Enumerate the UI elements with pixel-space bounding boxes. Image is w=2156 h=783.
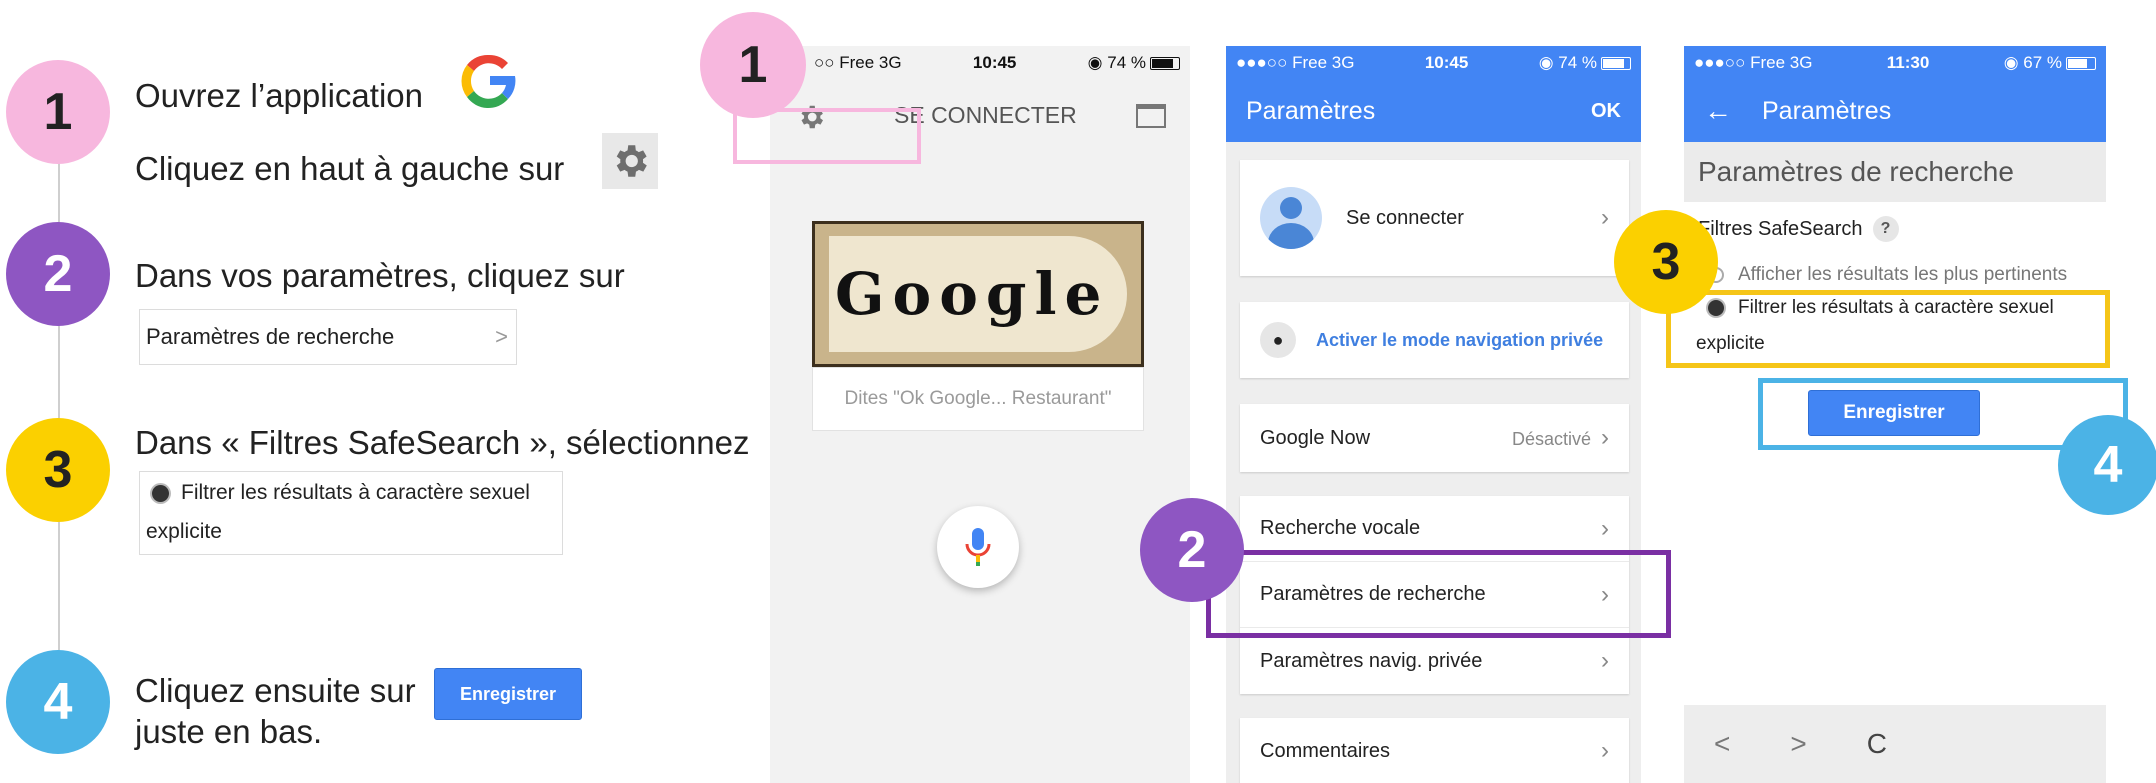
battery-icon bbox=[2066, 57, 2096, 71]
voice-search-label: Recherche vocale bbox=[1260, 517, 1421, 539]
battery-icon bbox=[1149, 57, 1180, 71]
safesearch-label: Filtres SafeSearch bbox=[1698, 217, 1863, 240]
page-title: Paramètres bbox=[1762, 96, 1892, 125]
clock: 10:45 bbox=[972, 53, 1017, 72]
battery-status: ◉ 74 % bbox=[1539, 53, 1631, 73]
sign-in-link[interactable]: SE CONNECTER bbox=[894, 102, 1077, 129]
reload-icon[interactable]: C bbox=[1867, 728, 1887, 760]
app-bar: ← Paramètres bbox=[1684, 80, 2106, 142]
carrier-label: ●●●○○ Free 3G bbox=[1694, 53, 1813, 72]
google-now-value: Désactivé bbox=[1511, 429, 1591, 449]
tabs-icon[interactable] bbox=[1136, 104, 1166, 128]
search-box[interactable]: Dites "Ok Google... Restaurant" bbox=[812, 367, 1144, 431]
help-icon[interactable]: ? bbox=[1872, 216, 1899, 242]
step-1-circle: 1 bbox=[6, 60, 110, 164]
google-now-label: Google Now bbox=[1260, 426, 1371, 449]
google-doodle[interactable]: Gooɡle bbox=[812, 221, 1144, 367]
callout-3-circle: 3 bbox=[1614, 210, 1718, 314]
step-2-text: Dans vos paramètres, cliquez sur bbox=[135, 257, 625, 294]
back-arrow-icon[interactable]: ← bbox=[1704, 95, 1732, 127]
search-settings-example-label: Paramètres de recherche bbox=[146, 324, 395, 349]
chevron-right-icon: › bbox=[1601, 204, 1609, 231]
phone-screen-2: ●●●○○ Free 3G 10:45 ◉ 74 % Paramètres OK… bbox=[1226, 46, 1641, 783]
callout-2-circle: 2 bbox=[1140, 498, 1244, 602]
battery-status: ◉ 67 % bbox=[2004, 53, 2096, 73]
voice-search-button[interactable] bbox=[937, 506, 1019, 588]
avatar bbox=[1260, 187, 1322, 249]
chevron-right-icon: › bbox=[1601, 647, 1609, 674]
section-title: Paramètres de recherche bbox=[1684, 142, 2106, 202]
gear-icon bbox=[602, 133, 658, 189]
carrier-label: ●●●○○ Free 3G bbox=[1236, 53, 1355, 72]
private-mode-card[interactable]: ● Activer le mode navigation privée bbox=[1240, 302, 1629, 378]
clock: 11:30 bbox=[1886, 53, 1930, 72]
nav-forward-icon[interactable]: > bbox=[1790, 728, 1806, 760]
carrier-label: ○○ Free 3G bbox=[814, 53, 902, 72]
explicit-filter-example-card: Filtrer les résultats à caractère sexuel… bbox=[139, 471, 563, 555]
microphone-icon bbox=[965, 528, 991, 566]
incognito-icon: ● bbox=[1260, 322, 1296, 358]
enregistrer-example-button: Enregistrer bbox=[434, 668, 582, 720]
page-title: Paramètres bbox=[1246, 96, 1376, 125]
clock: 10:45 bbox=[1424, 53, 1469, 72]
battery-icon bbox=[1601, 57, 1631, 71]
comments-label: Commentaires bbox=[1260, 739, 1391, 762]
step-4-text: Cliquez ensuite sur bbox=[135, 672, 416, 709]
radio-selected-icon bbox=[152, 484, 169, 502]
doodle-logo: Gooɡle bbox=[835, 260, 1110, 328]
settings-header: ●●●○○ Free 3G 10:45 ◉ 74 % Paramètres OK bbox=[1226, 46, 1641, 142]
comments-card[interactable]: Commentaires › bbox=[1240, 718, 1629, 783]
status-bar: ●●●○○ Free 3G 10:45 ◉ 74 % bbox=[1226, 46, 1641, 80]
callout-3-highlight bbox=[1666, 290, 2110, 368]
chevron-right-icon: › bbox=[1601, 737, 1609, 764]
chevron-right-icon: > bbox=[495, 324, 508, 349]
explicit-filter-example-line1: Filtrer les résultats à caractère sexuel bbox=[181, 481, 530, 504]
step-1-text: Ouvrez l’application bbox=[135, 77, 423, 114]
signin-card[interactable]: Se connecter › bbox=[1240, 160, 1629, 276]
app-bar: Paramètres OK bbox=[1226, 80, 1641, 142]
callout-1-circle: 1 bbox=[700, 12, 806, 118]
private-settings-label: Paramètres navig. privée bbox=[1260, 649, 1483, 672]
step-4-text-after: juste en bas. bbox=[135, 713, 323, 750]
ok-button[interactable]: OK bbox=[1591, 100, 1621, 123]
step-2-circle: 2 bbox=[6, 222, 110, 326]
step-3-circle: 3 bbox=[6, 418, 110, 522]
private-mode-link[interactable]: Activer le mode navigation privée bbox=[1316, 330, 1603, 351]
timeline-line bbox=[58, 115, 60, 705]
option-relevant-label: Afficher les résultats les plus pertinen… bbox=[1738, 264, 2068, 285]
google-g-icon bbox=[456, 48, 522, 114]
google-now-card[interactable]: Google Now Désactivé › bbox=[1240, 404, 1629, 472]
chevron-right-icon: › bbox=[1601, 514, 1609, 542]
chevron-right-icon: › bbox=[1601, 424, 1609, 451]
callout-4-circle: 4 bbox=[2058, 415, 2156, 515]
browser-nav-bar: < > C bbox=[1684, 705, 2106, 783]
step-1b-text: Cliquez en haut à gauche sur bbox=[135, 150, 565, 187]
option-relevant[interactable]: Afficher les résultats les plus pertinen… bbox=[1708, 264, 2067, 286]
step-4-circle: 4 bbox=[6, 650, 110, 754]
status-bar: ○○ Free 3G 10:45 ◉ 74 % bbox=[770, 46, 1190, 80]
safesearch-panel: Filtres SafeSearch ? Afficher les résult… bbox=[1684, 202, 2106, 762]
signin-label: Se connecter bbox=[1346, 206, 1464, 229]
battery-status: ◉ 74 % bbox=[1088, 53, 1180, 73]
settings-header: ●●●○○ Free 3G 11:30 ◉ 67 % ← Paramètres bbox=[1684, 46, 2106, 142]
search-settings-example-card: Paramètres de recherche > bbox=[139, 309, 517, 365]
status-bar: ●●●○○ Free 3G 11:30 ◉ 67 % bbox=[1684, 46, 2106, 80]
callout-2-highlight bbox=[1206, 550, 1671, 638]
nav-back-icon[interactable]: < bbox=[1714, 728, 1730, 760]
step-3-text: Dans « Filtres SafeSearch », sélectionne… bbox=[135, 424, 750, 461]
